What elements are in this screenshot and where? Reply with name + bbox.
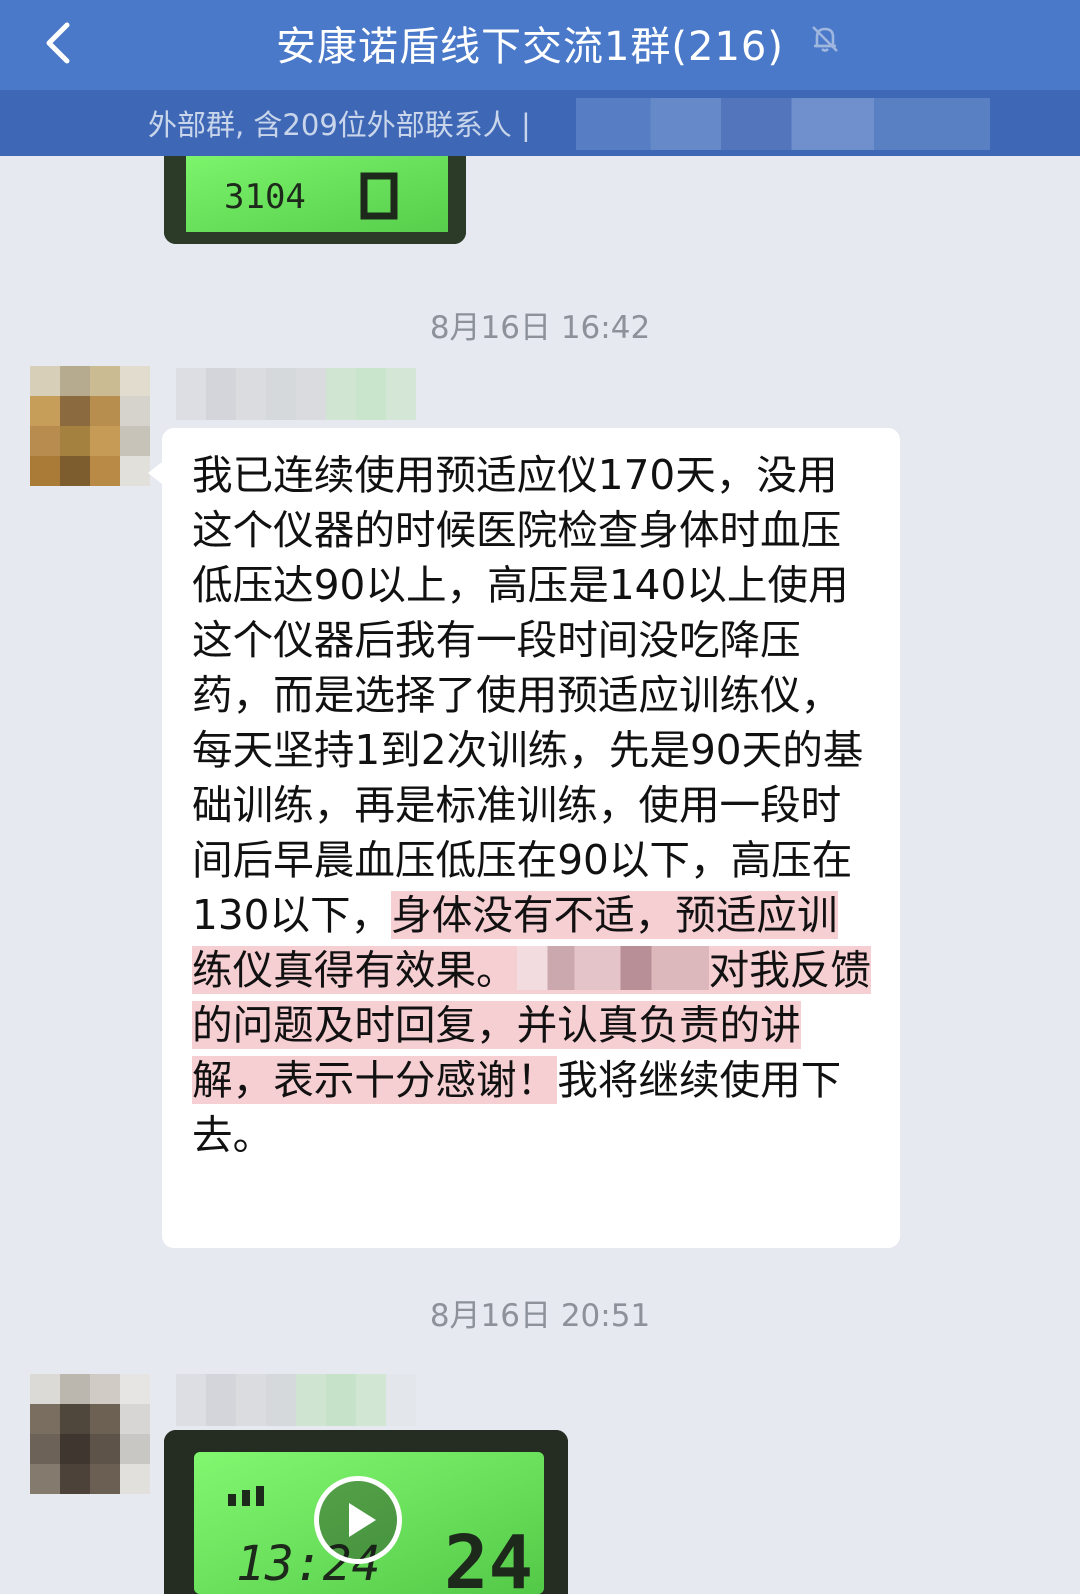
avatar[interactable] (30, 366, 150, 486)
sender-name-blurred (176, 1374, 416, 1426)
video-message[interactable]: 13:24 24 (164, 1430, 568, 1594)
monitor-digits: 3104 (224, 177, 306, 217)
chevron-left-icon (46, 22, 70, 64)
avatar[interactable] (30, 1374, 150, 1494)
sender-name-blurred (176, 368, 416, 420)
message-bubble[interactable]: 我已连续使用预适应仪170天，没用这个仪器的时候医院检查身体时血压低压达90以上… (148, 428, 900, 1248)
blurred-name (516, 946, 709, 990)
bp-monitor-photo: 3104 (164, 156, 466, 244)
bell-off-icon (812, 26, 838, 52)
play-button[interactable] (314, 1476, 402, 1564)
group-info-text: 外部群, 含209位外部联系人 | (148, 108, 531, 142)
timestamp: 8月16日 16:42 (429, 310, 651, 346)
timestamp: 8月16日 20:51 (429, 1298, 651, 1334)
blurred-name-highlight (516, 946, 709, 994)
message-text-part: 我已连续使用预适应仪170天，没用这个仪器的时候医院检查身体时血压低压达90以上… (192, 451, 864, 939)
message-text: 我已连续使用预适应仪170天，没用这个仪器的时候医院检查身体时血压低压达90以上… (192, 448, 872, 1163)
blurred-group-info (576, 98, 990, 150)
chat-header: 安康诺盾线下交流1群(216) (0, 0, 1080, 90)
back-button[interactable] (28, 12, 88, 74)
image-message[interactable]: 3104 (164, 156, 466, 244)
chat-title[interactable]: 安康诺盾线下交流1群(216) (150, 8, 910, 78)
video-big-digits: 24 (444, 1520, 533, 1594)
group-info-bar[interactable]: 外部群, 含209位外部联系人 | (0, 90, 1080, 156)
